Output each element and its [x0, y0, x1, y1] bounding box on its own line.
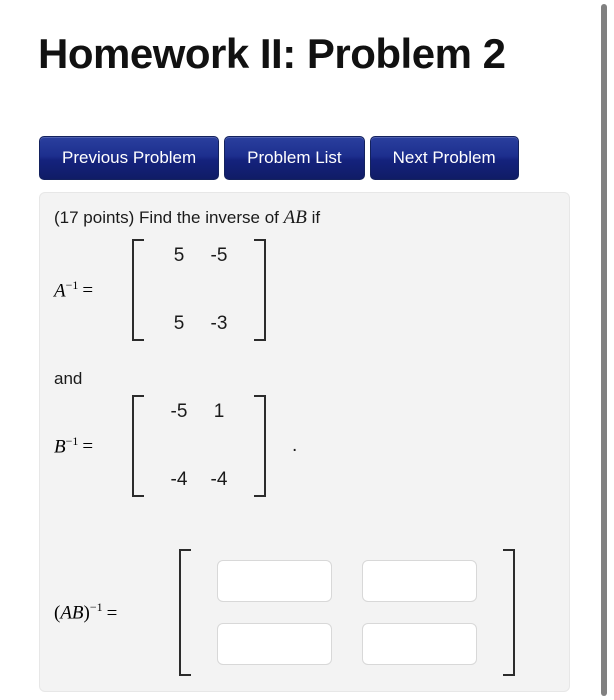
next-problem-button[interactable]: Next Problem: [369, 136, 519, 180]
left-bracket-icon: [132, 395, 144, 497]
trailing-period: .: [292, 435, 298, 456]
right-bracket-icon: [254, 239, 266, 341]
answer-matrix-brackets: [179, 549, 515, 676]
answer-input-row2-col2[interactable]: [362, 623, 477, 665]
previous-problem-button[interactable]: Previous Problem: [39, 136, 220, 180]
matrix-b-inverse-brackets: -5 1 -4 -4: [132, 395, 266, 497]
navigation-button-bar: Previous Problem Problem List Next Probl…: [39, 136, 519, 180]
matrix-cell: -4: [210, 469, 228, 490]
matrix-b-inverse: B−1 = -5 1 -4 -4 .: [54, 395, 297, 497]
matrix-a-inverse-label: A−1 =: [54, 278, 132, 302]
problem-statement-panel: (17 points) Find the inverse of AB if A−…: [39, 192, 570, 692]
matrix-cell: -5: [170, 401, 188, 422]
matrix-a-inverse-equals: =: [82, 280, 94, 302]
matrix-b-inverse-values: -5 1 -4 -4: [144, 395, 254, 497]
problem-points-text: (17 points) Find the inverse of: [54, 208, 279, 227]
page-title: Homework II: Problem 2: [38, 30, 506, 78]
matrix-cell: -3: [210, 313, 228, 334]
matrix-a-inverse-values: 5 -5 5 -3: [144, 239, 254, 341]
answer-input-grid: [191, 549, 503, 676]
right-bracket-icon: [254, 395, 266, 497]
answer-matrix-row: (AB)−1 =: [54, 549, 515, 676]
matrix-cell: 1: [213, 401, 225, 422]
matrix-a-inverse-exponent: −1: [65, 277, 79, 292]
matrix-cell: 5: [173, 245, 185, 266]
left-bracket-icon: [132, 239, 144, 341]
answer-label-equals: =: [106, 602, 118, 624]
answer-input-row1-col1[interactable]: [217, 560, 332, 602]
vertical-scrollbar-thumb[interactable]: [601, 4, 607, 696]
answer-label-base: AB: [60, 602, 84, 624]
right-bracket-icon: [503, 549, 515, 676]
matrix-a-inverse: A−1 = 5 -5 5 -3: [54, 239, 266, 341]
answer-input-row1-col2[interactable]: [362, 560, 477, 602]
matrix-cell: -5: [210, 245, 228, 266]
matrix-b-inverse-equals: =: [82, 436, 94, 458]
answer-input-row2-col1[interactable]: [217, 623, 332, 665]
matrix-b-inverse-base: B: [54, 436, 66, 458]
matrix-cell: -4: [170, 469, 188, 490]
matrix-a-inverse-base: A: [54, 280, 66, 302]
matrix-cell: 5: [173, 313, 185, 334]
matrix-b-inverse-exponent: −1: [65, 433, 79, 448]
answer-label-exponent: −1: [89, 600, 103, 615]
answer-matrix-label: (AB)−1 =: [54, 600, 179, 624]
left-bracket-icon: [179, 549, 191, 676]
problem-prompt-suffix: if: [311, 208, 321, 227]
problem-prompt: (17 points) Find the inverse of AB if: [54, 207, 320, 229]
problem-page: Homework II: Problem 2 Previous Problem …: [0, 0, 614, 700]
conjunction-text: and: [54, 369, 83, 388]
problem-list-button[interactable]: Problem List: [224, 136, 365, 180]
inline-matrix-product-expression: AB: [283, 207, 307, 228]
matrix-b-inverse-label: B−1 =: [54, 434, 132, 458]
vertical-scrollbar[interactable]: [600, 0, 614, 700]
matrix-a-inverse-brackets: 5 -5 5 -3: [132, 239, 266, 341]
